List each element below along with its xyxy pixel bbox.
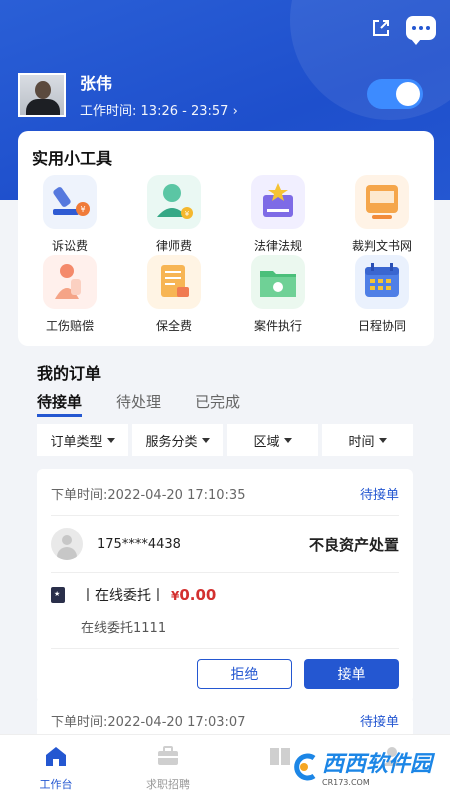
- tab-pending-accept[interactable]: 待接单: [37, 391, 83, 417]
- share-icon[interactable]: [370, 17, 392, 39]
- filter-service-category[interactable]: 服务分类: [132, 424, 223, 456]
- tool-label: 法律法规: [253, 239, 302, 253]
- watermark-text: 西西软件园: [321, 752, 432, 777]
- filter-order-type[interactable]: 订单类型: [37, 424, 128, 456]
- top-icons: [370, 16, 436, 45]
- caret-down-icon: [106, 437, 115, 443]
- filter-region[interactable]: 区域: [227, 424, 318, 456]
- document-window-icon: [355, 175, 409, 229]
- client-phone: 175****4438: [97, 536, 181, 552]
- tool-label: 工伤赔偿: [45, 319, 94, 333]
- law-book-icon: [251, 175, 305, 229]
- nav-workbench[interactable]: 工作台: [0, 735, 112, 800]
- chat-icon[interactable]: [406, 16, 436, 45]
- nav-label: 求职招聘: [146, 778, 190, 791]
- service-name: 不良资产处置: [308, 535, 399, 554]
- order-time: 2022-04-20 17:03:07: [107, 715, 246, 730]
- filter-label: 订单类型: [50, 434, 103, 450]
- caret-down-icon: [378, 437, 387, 443]
- lawyer-icon: ¥: [147, 175, 201, 229]
- folder-icon: [251, 255, 305, 309]
- home-icon: [46, 747, 66, 766]
- filter-label: 服务分类: [145, 434, 198, 450]
- filter-label: 区域: [253, 434, 280, 450]
- tool-label: 诉讼费: [51, 239, 88, 253]
- order-time-label: 下单时间:: [51, 488, 108, 503]
- nav-label: 工作台: [39, 778, 73, 791]
- briefcase-icon: [158, 746, 178, 765]
- chevron-right-icon: ›: [232, 104, 238, 119]
- tab-pending-process[interactable]: 待处理: [116, 391, 161, 417]
- tools-title: 实用小工具: [32, 149, 113, 168]
- watermark-subtext: CR173.COM: [321, 778, 370, 787]
- order-status: 待接单: [359, 715, 399, 730]
- filter-label: 时间: [348, 434, 375, 450]
- order-type: 丨在线委托丨: [81, 588, 165, 604]
- injury-icon: [43, 255, 97, 309]
- order-status: 待接单: [359, 488, 399, 503]
- user-avatar-icon: [51, 528, 83, 560]
- work-time[interactable]: 工作时间: 13:26 - 23:57 ›: [80, 100, 238, 119]
- tool-injury-compensation[interactable]: 工伤赔偿: [18, 255, 122, 334]
- gavel-icon: ¥: [43, 175, 97, 229]
- order-time: 2022-04-20 17:10:35: [107, 488, 246, 503]
- watermark-c-icon: [294, 753, 316, 780]
- work-time-value: 13:26 - 23:57: [140, 104, 229, 119]
- tool-label: 保全费: [155, 319, 192, 333]
- avatar[interactable]: [18, 72, 66, 117]
- tool-preservation-fee[interactable]: 保全费: [122, 255, 226, 334]
- online-toggle[interactable]: [367, 79, 423, 109]
- bill-icon: [147, 255, 201, 309]
- tool-laws-regulations[interactable]: 法律法规: [226, 175, 330, 254]
- tool-litigation-fee[interactable]: ¥ 诉讼费: [18, 175, 122, 254]
- order-description: 在线委托1111: [81, 621, 167, 636]
- filter-bar: 订单类型 服务分类 区域 时间: [37, 424, 413, 456]
- caret-down-icon: [201, 437, 210, 443]
- tool-label: 案件执行: [253, 319, 302, 333]
- svg-text:¥: ¥: [80, 205, 85, 214]
- book-icon: [51, 587, 65, 603]
- filter-time[interactable]: 时间: [322, 424, 413, 456]
- tool-lawyer-fee[interactable]: ¥ 律师费: [122, 175, 226, 254]
- nav-recruitment[interactable]: 求职招聘: [112, 735, 224, 800]
- order-price: ¥0.00: [171, 586, 216, 604]
- order-tabs: 待接单 待处理 已完成: [37, 391, 240, 417]
- order-card[interactable]: 下单时间:2022-04-20 17:10:35 待接单 175****4438…: [37, 469, 413, 703]
- reject-button[interactable]: 拒绝: [197, 659, 292, 689]
- tool-schedule-collaboration[interactable]: 日程协同: [330, 255, 434, 334]
- work-time-label: 工作时间:: [80, 104, 137, 119]
- caret-down-icon: [283, 437, 292, 443]
- watermark-logo: 西西软件园 CR173.COM: [292, 746, 432, 787]
- profile: 张伟 工作时间: 13:26 - 23:57 ›: [18, 70, 238, 119]
- price-value: 0.00: [179, 586, 217, 604]
- tool-label: 律师费: [155, 239, 192, 253]
- svg-text:¥: ¥: [185, 210, 190, 218]
- tools-card: 实用小工具 ¥ 诉讼费 ¥ 律师费 法律法规 裁判文书网 工伤赔偿 保全费 案件…: [18, 131, 434, 346]
- calendar-icon: [355, 255, 409, 309]
- tool-case-execution[interactable]: 案件执行: [226, 255, 330, 334]
- tab-completed[interactable]: 已完成: [195, 391, 240, 417]
- orders-title: 我的订单: [37, 364, 102, 383]
- order-time-label: 下单时间:: [51, 715, 108, 730]
- accept-button[interactable]: 接单: [304, 659, 399, 689]
- tool-judgment-documents[interactable]: 裁判文书网: [330, 175, 434, 254]
- user-name: 张伟: [80, 74, 113, 93]
- tool-label: 裁判文书网: [351, 239, 412, 253]
- tool-label: 日程协同: [357, 319, 406, 333]
- book-nav-icon: [270, 748, 290, 765]
